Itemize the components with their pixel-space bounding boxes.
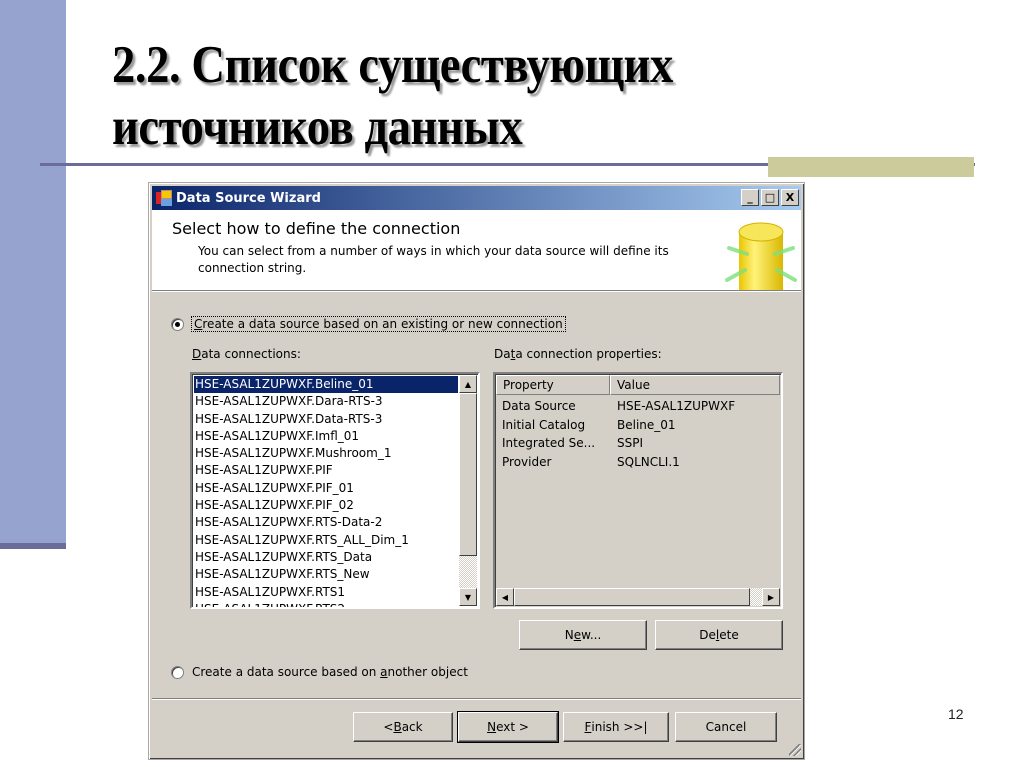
slide-title: 2.2. Список существующих источников данн…: [112, 34, 673, 158]
slide-left-accent-bar: [0, 0, 66, 545]
dialog-titlebar[interactable]: Data Source Wizard _ □ X: [152, 186, 801, 210]
connection-list-item[interactable]: HSE-ASAL1ZUPWXF.RTS-Data-2: [194, 514, 458, 531]
minimize-button[interactable]: _: [741, 189, 759, 206]
property-row[interactable]: Data Source HSE-ASAL1ZUPWXF: [502, 397, 735, 416]
option-existing-connection-label: Create a data source based on an existin…: [191, 316, 566, 332]
data-connections-items: HSE-ASAL1ZUPWXF.Beline_01 HSE-ASAL1ZUPWXF…: [194, 376, 458, 607]
data-source-wizard-dialog: Data Source Wizard _ □ X Select how to d…: [148, 182, 805, 760]
property-row[interactable]: Provider SQLNCLI.1: [502, 453, 735, 472]
connection-properties-grid[interactable]: Property Value Data Source HSE-ASAL1ZUPWX…: [493, 372, 783, 609]
arrow-right-icon: ▶: [767, 592, 775, 602]
property-name: Integrated Se...: [502, 436, 596, 450]
scroll-left-button[interactable]: ◀: [496, 588, 514, 606]
property-value: Beline_01: [617, 417, 676, 432]
connection-list-item[interactable]: HSE-ASAL1ZUPWXF.Imfl_01: [194, 428, 458, 445]
window-controls: _ □ X: [741, 189, 799, 206]
delete-connection-button[interactable]: De l ete: [655, 620, 783, 650]
new-connection-button[interactable]: Ne w...: [519, 620, 647, 650]
wizard-step-title: Select how to define the connection: [172, 219, 461, 238]
arrow-left-icon: ◀: [501, 592, 509, 602]
minimize-icon: _: [747, 191, 753, 204]
property-name: Initial Catalog: [502, 417, 586, 432]
scroll-up-button[interactable]: ▲: [459, 375, 477, 393]
option-another-object-label: Create a data source based on another ob…: [192, 665, 468, 679]
properties-header: Property Value: [496, 375, 780, 395]
radio-existing-connection[interactable]: [171, 317, 184, 331]
property-value: SSPI: [617, 436, 644, 450]
property-name: Data Source: [502, 399, 576, 413]
connection-list-item[interactable]: HSE-ASAL1ZUPWXF.RTS1: [194, 584, 458, 601]
connection-list-item[interactable]: HSE-ASAL1ZUPWXF.PIF_01: [194, 480, 458, 497]
column-header-value[interactable]: Value: [610, 375, 780, 395]
data-connections-list[interactable]: HSE-ASAL1ZUPWXF.Beline_01 HSE-ASAL1ZUPWXF…: [190, 372, 480, 609]
slide-title-line1: 2.2. Список существующих: [112, 36, 673, 94]
slide-accent-block: [768, 157, 974, 177]
data-connections-label: Data connections:: [192, 347, 301, 361]
option-existing-connection[interactable]: Create a data source based on an existin…: [171, 316, 566, 332]
property-row[interactable]: Integrated Se... SSPI: [502, 434, 735, 453]
connection-list-item[interactable]: HSE-ASAL1ZUPWXF.Beline_01: [194, 376, 458, 394]
cancel-button[interactable]: Cancel: [675, 712, 777, 742]
arrow-up-icon: ▲: [464, 379, 472, 389]
slide-title-line2: источников данных: [112, 98, 523, 156]
connection-properties-label: Data connection properties:: [494, 347, 662, 361]
close-button[interactable]: X: [781, 189, 799, 206]
connection-list-item[interactable]: HSE-ASAL1ZUPWXF.RTS2: [194, 601, 458, 607]
connection-list-item[interactable]: HSE-ASAL1ZUPWXF.Dara-RTS-3: [194, 393, 458, 410]
radio-another-object[interactable]: [171, 665, 184, 679]
resize-grip-icon[interactable]: [789, 744, 801, 756]
slide-page-number: 12: [948, 706, 964, 722]
connection-list-item[interactable]: HSE-ASAL1ZUPWXF.Data-RTS-3: [194, 411, 458, 428]
wizard-step-description: You can select from a number of ways in …: [198, 244, 669, 275]
dialog-title: Data Source Wizard: [176, 190, 321, 206]
connection-list-item[interactable]: HSE-ASAL1ZUPWXF.RTS_Data: [194, 549, 458, 566]
maximize-button[interactable]: □: [761, 189, 779, 206]
scroll-thumb[interactable]: [459, 393, 477, 556]
property-name: Provider: [502, 454, 552, 469]
properties-horizontal-scrollbar[interactable]: ◀ ▶: [496, 588, 780, 606]
connections-vertical-scrollbar[interactable]: ▲ ▼: [459, 375, 477, 606]
back-button[interactable]: < Back: [353, 712, 453, 742]
maximize-icon: □: [764, 191, 776, 204]
connection-list-item[interactable]: HSE-ASAL1ZUPWXF.RTS_New: [194, 566, 458, 583]
connection-list-item[interactable]: HSE-ASAL1ZUPWXF.PIF: [194, 462, 458, 479]
database-cylinder-icon: [725, 222, 797, 290]
finish-button[interactable]: Finish >>|: [563, 712, 669, 742]
wizard-header-panel: Select how to define the connection You …: [152, 210, 801, 291]
slide-left-accent-bar-bottom: [0, 543, 66, 549]
connection-list-item[interactable]: HSE-ASAL1ZUPWXF.PIF_02: [194, 497, 458, 514]
next-button[interactable]: Next >: [457, 711, 559, 743]
properties-rows: Data Source HSE-ASAL1ZUPWXF Initial Catalo…: [502, 397, 735, 471]
arrow-down-icon: ▼: [464, 592, 472, 602]
property-row[interactable]: Initial Catalog Beline_01: [502, 416, 735, 435]
wizard-app-icon: [156, 190, 172, 206]
connection-list-item[interactable]: HSE-ASAL1ZUPWXF.RTS_ALL_Dim_1: [194, 532, 458, 549]
horizontal-scroll-thumb[interactable]: [514, 588, 750, 606]
scroll-down-button[interactable]: ▼: [459, 588, 477, 606]
column-header-property[interactable]: Property: [496, 375, 610, 395]
scroll-right-button[interactable]: ▶: [762, 588, 780, 606]
property-value: SQLNCLI.1: [617, 454, 680, 469]
footer-separator: [152, 698, 801, 700]
property-value: HSE-ASAL1ZUPWXF: [617, 399, 736, 413]
close-icon: X: [785, 191, 795, 204]
connection-list-item[interactable]: HSE-ASAL1ZUPWXF.Mushroom_1: [194, 445, 458, 462]
option-another-object[interactable]: Create a data source based on another ob…: [171, 665, 468, 679]
